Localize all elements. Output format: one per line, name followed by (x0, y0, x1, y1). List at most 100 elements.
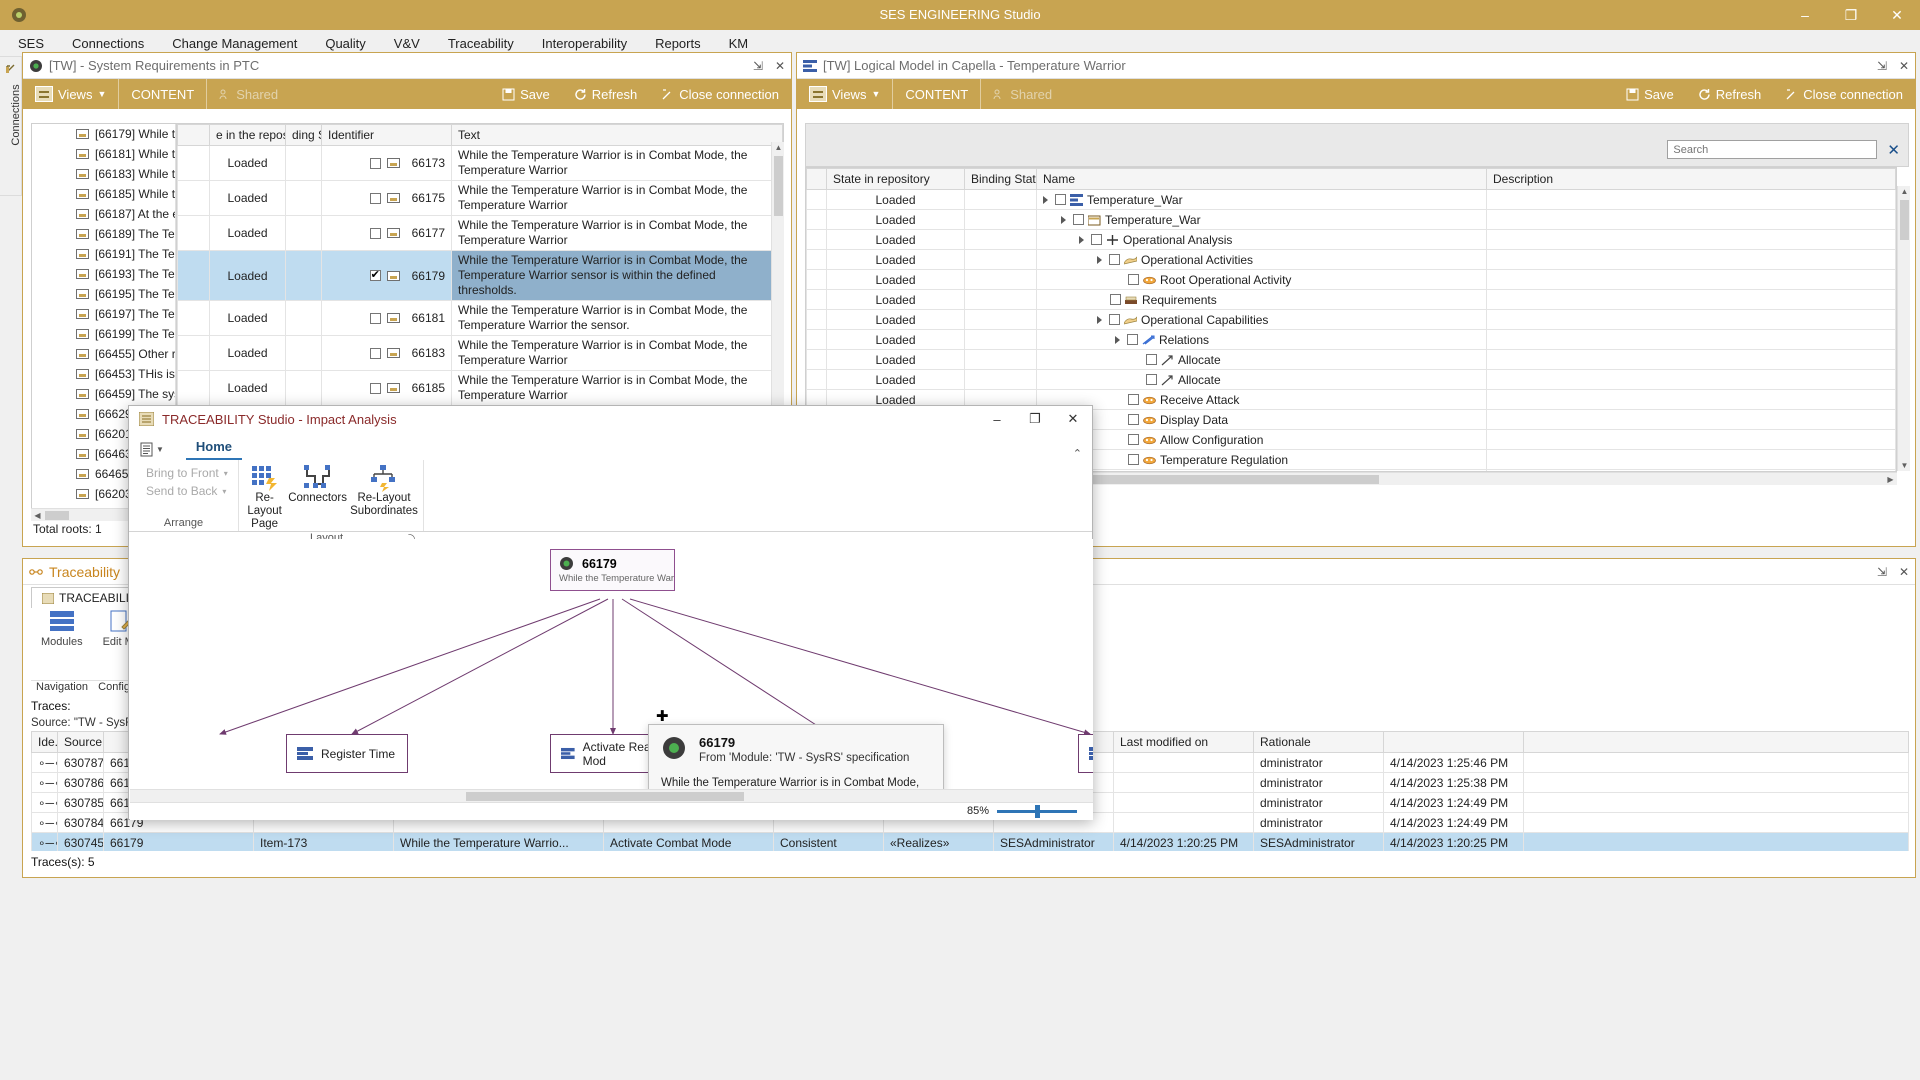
left-refresh-button[interactable]: Refresh (562, 79, 650, 109)
row-checkbox[interactable] (1073, 214, 1084, 225)
row-identifier[interactable]: 66173 (322, 146, 452, 181)
tab-home[interactable]: Home (186, 437, 242, 460)
search-input[interactable] (1667, 140, 1877, 159)
requirements-column-header[interactable]: Identifier (322, 125, 452, 146)
right-content-button[interactable]: CONTENT (893, 79, 981, 109)
requirement-row[interactable]: Loaded66183While the Temperature Warrior… (178, 336, 783, 371)
traceability-close-button[interactable]: ✕ (1893, 561, 1915, 583)
requirements-column-header[interactable]: ding S (286, 125, 322, 146)
scroll-left-arrow[interactable]: ◀ (31, 511, 44, 520)
capella-row[interactable]: LoadedRequirements (807, 290, 1896, 310)
capella-column-header[interactable]: State in repository (827, 169, 965, 190)
row-checkbox[interactable] (1091, 234, 1102, 245)
right-close-connection-button[interactable]: Close connection (1773, 79, 1915, 109)
requirements-column-header[interactable]: Text (452, 125, 783, 146)
row-identifier[interactable]: 66183 (322, 336, 452, 371)
bring-to-front-button[interactable]: Bring to Front ▾ (135, 464, 232, 482)
row-name[interactable]: Temperature Regulation (1037, 450, 1487, 470)
grid-scroll-thumb[interactable] (774, 156, 783, 216)
row-checkbox[interactable] (1128, 454, 1139, 465)
dialog-close-button[interactable]: ✕ (1054, 406, 1092, 432)
row-checkbox[interactable] (1128, 274, 1139, 285)
row-checkbox[interactable] (1128, 434, 1139, 445)
requirement-tree-item[interactable]: [66187] At the er (32, 204, 187, 224)
row-checkbox[interactable] (1110, 294, 1121, 305)
grid-scroll-up-arrow[interactable]: ▲ (772, 143, 785, 152)
requirement-tree-item[interactable]: [66179] While th (32, 124, 187, 144)
requirement-tree-item[interactable]: [66195] The Tem (32, 284, 187, 304)
clear-search-icon[interactable]: ✕ (1887, 141, 1900, 159)
requirement-tree-item[interactable]: [66459] The syst (32, 384, 187, 404)
row-identifier[interactable]: 66179 (322, 251, 452, 301)
row-checkbox[interactable] (370, 348, 381, 359)
traces-column-header[interactable]: Ide... (32, 732, 58, 753)
capella-row[interactable]: LoadedAllocate (807, 350, 1896, 370)
row-name[interactable]: Receive Attack (1037, 390, 1487, 410)
requirement-tree-item[interactable]: [66455] Other re (32, 344, 187, 364)
right-panel-close-button[interactable]: ✕ (1893, 55, 1915, 77)
graph-child-node-register-time[interactable]: Register Time (286, 734, 408, 773)
traces-column-header[interactable]: Rationale (1254, 732, 1384, 753)
row-identifier[interactable]: 66185 (322, 371, 452, 406)
expand-collapse-icon[interactable] (1097, 256, 1102, 264)
minimize-button[interactable]: – (1782, 0, 1828, 30)
left-panel-close-button[interactable]: ✕ (769, 55, 791, 77)
row-name[interactable]: Operational Activities (1037, 250, 1487, 270)
requirement-tree-item[interactable]: [66193] The Tem (32, 264, 187, 284)
row-checkbox[interactable] (370, 228, 381, 239)
row-checkbox[interactable] (1127, 334, 1138, 345)
row-name[interactable]: Temperature_War (1037, 190, 1487, 210)
capella-row[interactable]: LoadedOperational Activities (807, 250, 1896, 270)
left-content-button[interactable]: CONTENT (119, 79, 207, 109)
capella-row[interactable]: LoadedOperational Capabilities (807, 310, 1896, 330)
requirement-tree-item[interactable]: [66183] While th (32, 164, 187, 184)
right-refresh-button[interactable]: Refresh (1686, 79, 1774, 109)
capella-row[interactable]: LoadedOperational Analysis (807, 230, 1896, 250)
requirement-tree-item[interactable]: [66197] The Tem (32, 304, 187, 324)
row-name[interactable]: Relations (1037, 330, 1487, 350)
row-name[interactable]: Display Data (1037, 410, 1487, 430)
row-checkbox[interactable] (370, 313, 381, 324)
left-close-connection-button[interactable]: Close connection (649, 79, 791, 109)
requirement-row[interactable]: Loaded66173While the Temperature Warrior… (178, 146, 783, 181)
requirement-row[interactable]: Loaded66185While the Temperature Warrior… (178, 371, 783, 406)
row-checkbox[interactable] (1128, 394, 1139, 405)
row-checkbox[interactable] (370, 158, 381, 169)
connections-side-tab[interactable]: Connections (0, 56, 22, 196)
row-name[interactable]: Allow Configuration (1037, 430, 1487, 450)
connectors-button[interactable]: Connectors (288, 464, 347, 532)
requirement-row[interactable]: Loaded66177While the Temperature Warrior… (178, 216, 783, 251)
traces-column-header[interactable] (1524, 732, 1909, 753)
row-checkbox[interactable] (370, 193, 381, 204)
row-identifier[interactable]: 66177 (322, 216, 452, 251)
capella-column-header[interactable]: Name (1037, 169, 1487, 190)
impact-analysis-canvas[interactable]: 66179 While the Temperature Warri Regist… (130, 539, 1093, 801)
modules-button[interactable]: Modules (41, 609, 83, 648)
relayout-subordinates-button[interactable]: Re-Layout Subordinates (351, 464, 417, 532)
maximize-button[interactable]: ❐ (1828, 0, 1874, 30)
quick-access-menu[interactable]: ▼ (139, 442, 164, 457)
row-name[interactable]: Root Operational Activity (1037, 270, 1487, 290)
graph-child-node-4[interactable] (1078, 734, 1093, 773)
canvas-hscroll[interactable] (130, 789, 1093, 802)
capella-scroll-thumb[interactable] (1900, 200, 1909, 240)
requirement-tree-item[interactable]: [66181] While th (32, 144, 187, 164)
requirement-tree-item[interactable]: [66453] THis is a (32, 364, 187, 384)
capella-scroll-right-arrow[interactable]: ▶ (1884, 475, 1897, 484)
capella-row[interactable]: LoadedRelations (807, 330, 1896, 350)
requirement-row[interactable]: Loaded66181While the Temperature Warrior… (178, 301, 783, 336)
requirement-tree-item[interactable]: [66191] The Tem (32, 244, 187, 264)
row-checkbox[interactable] (1128, 414, 1139, 425)
relayout-page-button[interactable]: Re-Layout Page (245, 464, 284, 532)
left-panel-pin-button[interactable]: ⇲ (747, 55, 769, 77)
zoom-control[interactable]: 85% (967, 805, 1077, 817)
row-checkbox[interactable] (370, 270, 381, 281)
right-panel-pin-button[interactable]: ⇲ (1871, 55, 1893, 77)
close-button[interactable]: ✕ (1874, 0, 1920, 30)
left-save-button[interactable]: Save (490, 79, 562, 109)
left-shared-button[interactable]: Shared (207, 79, 290, 109)
requirement-tree-item[interactable]: [66199] The Tem (32, 324, 187, 344)
capella-scroll-up-arrow[interactable]: ▲ (1898, 187, 1911, 196)
row-name[interactable]: Operational Capabilities (1037, 310, 1487, 330)
requirement-row[interactable]: Loaded66175While the Temperature Warrior… (178, 181, 783, 216)
